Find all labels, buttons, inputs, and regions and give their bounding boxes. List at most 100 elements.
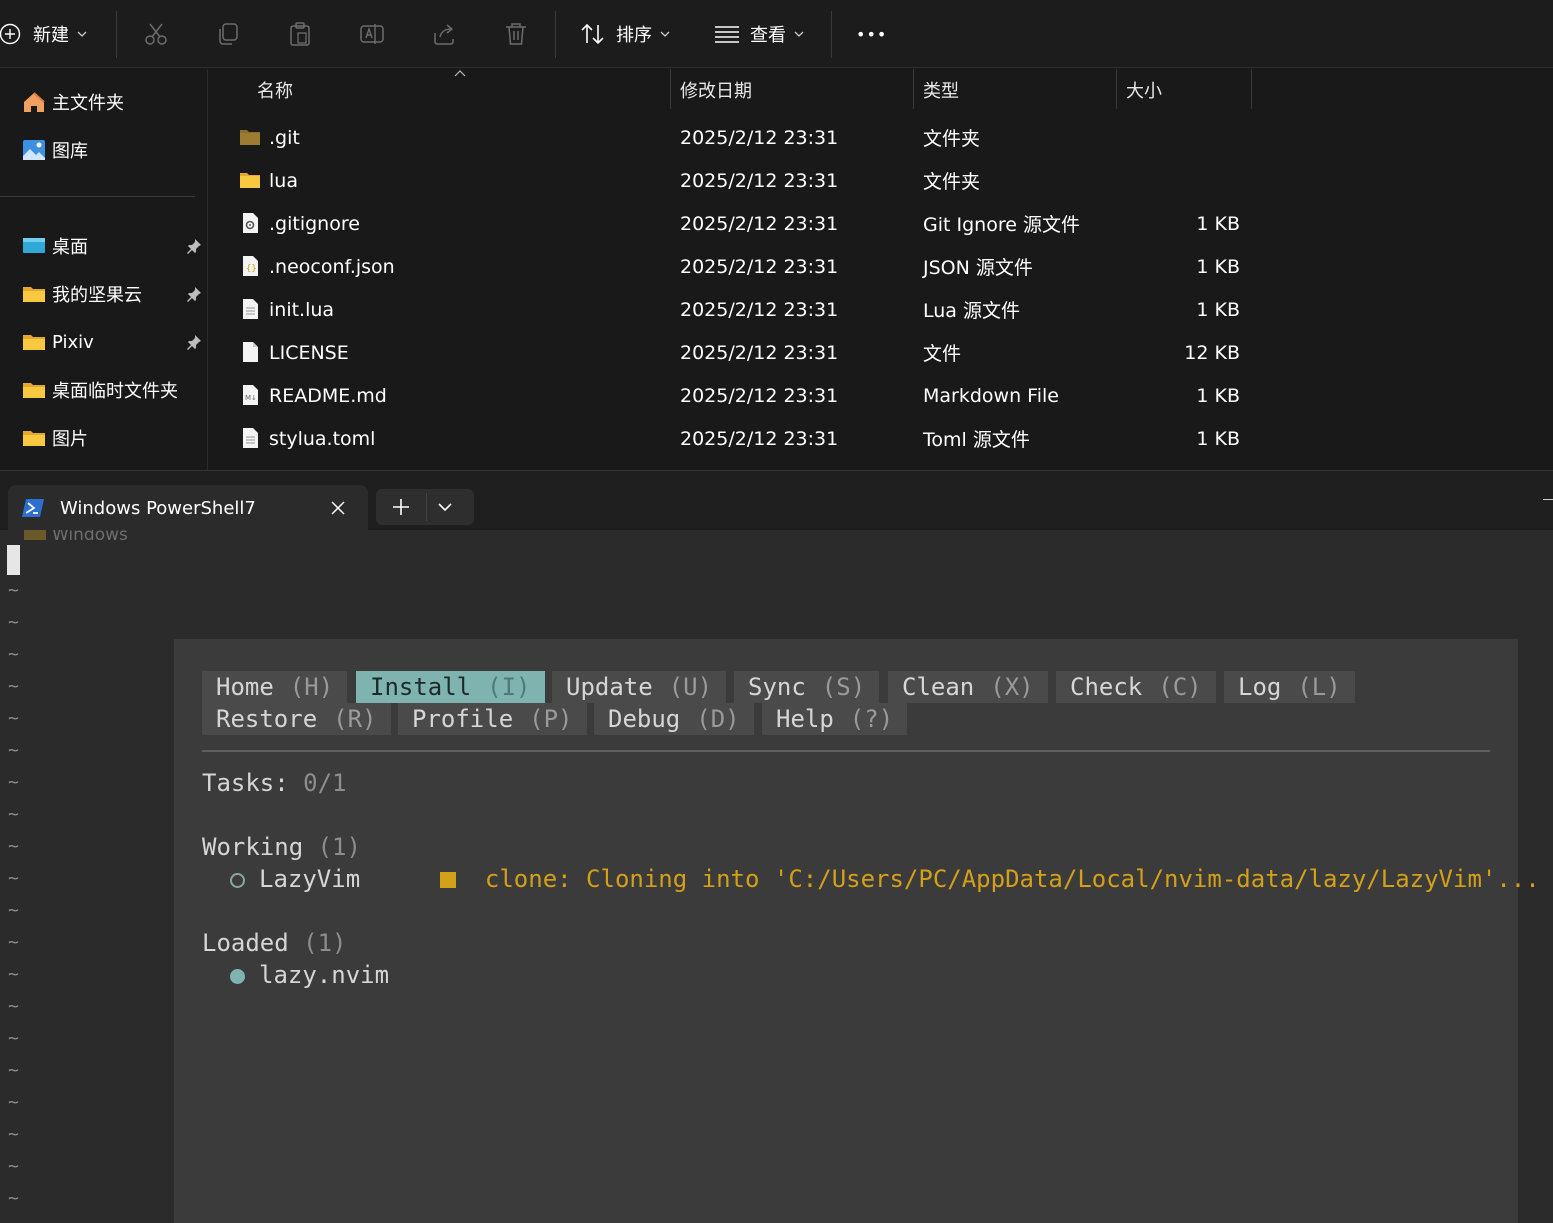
file-date: 2025/2/12 23:31 (680, 298, 839, 321)
tab-title: Windows PowerShell7 (60, 497, 256, 519)
plus-icon[interactable] (390, 496, 412, 518)
loaded-section-header: Loaded (1) (202, 927, 347, 959)
nav-item-pictures[interactable]: 图片 (22, 423, 88, 453)
tab-debug[interactable]: Debug (D) (594, 703, 754, 735)
tab-label: Install (370, 673, 472, 701)
tab-sync[interactable]: Sync (S) (734, 671, 880, 703)
nav-label: 桌面临时文件夹 (52, 381, 178, 402)
empty-line-marker: ~ (8, 708, 19, 729)
new-button[interactable]: 新建 (0, 0, 87, 68)
file-size: 1 KB (1196, 255, 1240, 278)
lazy-nvim-panel: Home (H) Install (I) Update (U) Sync (S) Cle… (174, 639, 1540, 1223)
view-button[interactable]: 查看 (714, 0, 804, 68)
rename-button[interactable] (359, 0, 385, 68)
table-row[interactable]: lua 2025/2/12 23:31 文件夹 (209, 159, 1553, 202)
column-divider[interactable] (913, 69, 914, 109)
column-header-label: 修改日期 (680, 81, 752, 102)
share-button[interactable] (431, 0, 457, 68)
terminal-window: Windows PowerShell7 Windows ~ ~ ~ ~ ~ ~ … (0, 470, 1553, 1223)
empty-line-marker: ~ (8, 1060, 19, 1081)
column-header-type[interactable]: 类型 (923, 69, 959, 111)
tab-restore[interactable]: Restore (R) (202, 703, 391, 735)
table-row[interactable]: init.lua 2025/2/12 23:31 Lua 源文件 1 KB (209, 288, 1553, 331)
tab-update[interactable]: Update (U) (552, 671, 727, 703)
tab-help[interactable]: Help (?) (762, 703, 908, 735)
nav-item-desktop[interactable]: 桌面 (22, 231, 88, 261)
ghost-label: Windows (52, 530, 128, 544)
file-name: .neoconf.json (269, 255, 395, 278)
copy-icon (219, 23, 238, 45)
tab-label: Clean (902, 673, 975, 701)
table-row[interactable]: LICENSE 2025/2/12 23:31 文件 12 KB (209, 331, 1553, 374)
chevron-down-icon[interactable] (436, 498, 454, 516)
tab-label: Log (1238, 673, 1282, 701)
file-name: .git (269, 126, 300, 149)
plugin-name[interactable]: LazyVim (259, 863, 360, 895)
file-size: 1 KB (1196, 384, 1240, 407)
table-row[interactable]: {} .neoconf.json 2025/2/12 23:31 JSON 源文… (209, 245, 1553, 288)
tab-label: Home (216, 673, 274, 701)
nav-item-gallery[interactable]: 图库 (22, 135, 88, 165)
sort-button[interactable]: 排序 (580, 0, 670, 68)
plugin-name[interactable]: lazy.nvim (259, 959, 389, 991)
tab-label: Sync (748, 673, 806, 701)
table-row[interactable]: M↓ README.md 2025/2/12 23:31 Markdown Fi… (209, 374, 1553, 417)
table-row[interactable]: stylua.toml 2025/2/12 23:31 Toml 源文件 1 K… (209, 417, 1553, 460)
terminal-tab[interactable]: Windows PowerShell7 (8, 485, 368, 531)
copy-button[interactable] (215, 0, 241, 68)
table-row[interactable]: .git 2025/2/12 23:31 文件夹 (209, 116, 1553, 159)
tab-label: Update (566, 673, 653, 701)
folder-icon (240, 173, 260, 188)
section-count: (1) (317, 833, 361, 861)
tab-clean[interactable]: Clean (X) (888, 671, 1048, 703)
nav-divider (0, 196, 195, 197)
paste-button[interactable] (287, 0, 313, 68)
nav-item-home[interactable]: 主文件夹 (22, 87, 124, 117)
tab-home[interactable]: Home (H) (202, 671, 348, 703)
file-type: Toml 源文件 (923, 429, 1030, 451)
empty-line-marker: ~ (8, 740, 19, 761)
json-file-icon: {} (243, 256, 258, 276)
column-divider[interactable] (670, 69, 671, 109)
pin-icon[interactable] (186, 238, 202, 254)
column-divider[interactable] (1116, 69, 1117, 109)
cut-button[interactable] (143, 0, 169, 68)
minimize-icon[interactable] (1543, 499, 1553, 500)
tab-check[interactable]: Check (C) (1056, 671, 1216, 703)
delete-button[interactable] (503, 0, 529, 68)
nav-item-pixiv[interactable]: Pixiv (22, 327, 94, 357)
empty-line-marker: ~ (8, 996, 19, 1017)
tab-log[interactable]: Log (L) (1224, 671, 1355, 703)
pin-icon[interactable] (186, 334, 202, 350)
table-row[interactable]: .gitignore 2025/2/12 23:31 Git Ignore 源文… (209, 202, 1553, 245)
sort-ascending-icon (454, 70, 466, 77)
nav-item-jianguoyun[interactable]: 我的坚果云 (22, 279, 142, 309)
working-section-header: Working (1) (202, 831, 361, 863)
sort-label: 排序 (616, 25, 652, 46)
new-tab-group (376, 489, 474, 525)
tab-label: Debug (608, 705, 681, 733)
clipboard-icon (290, 22, 310, 46)
column-divider[interactable] (1251, 69, 1252, 109)
column-header-name[interactable]: 名称 (257, 69, 293, 111)
file-name: .gitignore (269, 212, 360, 235)
file-name: init.lua (269, 298, 335, 321)
column-header-size[interactable]: 大小 (1126, 69, 1162, 111)
column-header-date[interactable]: 修改日期 (680, 69, 752, 111)
nav-item-desktop-temp[interactable]: 桌面临时文件夹 (22, 375, 178, 405)
more-options-button[interactable]: ••• (856, 0, 887, 68)
file-type: 文件夹 (923, 171, 981, 193)
section-label: Loaded (202, 929, 289, 957)
toolbar-divider (116, 11, 117, 58)
file-name: stylua.toml (269, 427, 376, 450)
pin-icon[interactable] (186, 286, 202, 302)
toolbar-divider (831, 11, 832, 58)
tab-profile[interactable]: Profile (P) (398, 703, 587, 735)
chevron-down-icon (794, 31, 804, 37)
divider (202, 750, 1490, 752)
close-icon[interactable] (328, 498, 348, 518)
file-date: 2025/2/12 23:31 (680, 427, 839, 450)
nav-label: 桌面 (52, 237, 88, 258)
tab-install[interactable]: Install (I) (356, 671, 545, 703)
tab-key: (P) (529, 705, 573, 733)
